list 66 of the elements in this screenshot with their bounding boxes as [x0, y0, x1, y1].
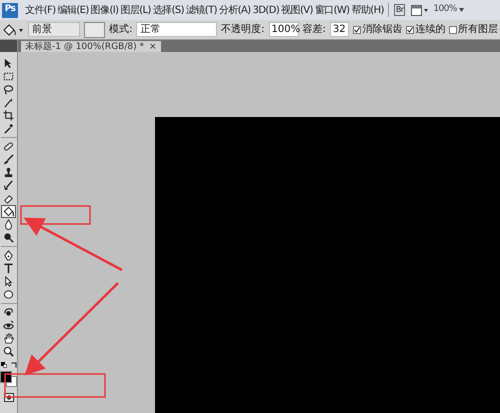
menu-item[interactable]: 编辑(E) — [56, 2, 90, 18]
ellipse-icon — [3, 289, 14, 300]
close-button[interactable]: × — [148, 42, 157, 52]
move-arrow-icon — [3, 58, 14, 69]
bridge-button[interactable]: Br — [394, 4, 406, 16]
highlight-box — [20, 205, 91, 225]
menu-item[interactable]: 窗口(W) — [314, 2, 350, 18]
tool-button[interactable] — [1, 83, 16, 96]
stamp-icon — [3, 167, 14, 178]
checkbox-label: 连续的 — [415, 22, 446, 37]
eyedropper-icon — [3, 123, 14, 134]
orbit-3d-icon — [3, 320, 14, 331]
zoom-icon — [3, 346, 14, 357]
menu-item[interactable]: 图像(I) — [90, 2, 120, 18]
menu-item[interactable]: 文件(F) — [24, 2, 57, 18]
paint-bucket-icon[interactable] — [2, 22, 24, 36]
tool-button[interactable] — [1, 109, 16, 122]
checkbox[interactable] — [449, 26, 458, 34]
menu-item[interactable]: 3D(D) — [252, 2, 280, 18]
app-logo[interactable]: Ps — [2, 2, 18, 18]
history-brush-icon — [3, 180, 14, 191]
menu-item[interactable]: 图层(L) — [119, 2, 152, 18]
tool-button[interactable] — [1, 153, 16, 166]
checkbox[interactable] — [353, 26, 362, 34]
default-colors-icon[interactable] — [0, 362, 6, 368]
opacity-field[interactable]: 100% — [268, 22, 299, 37]
rotate-3d-icon — [3, 307, 14, 318]
tool-button[interactable] — [1, 345, 16, 358]
drop-icon — [3, 219, 14, 230]
menu-item[interactable]: 滤镜(T) — [184, 2, 218, 18]
dodge-icon — [3, 232, 14, 243]
panel-header — [0, 40, 17, 52]
checkbox-label: 消除锯齿 — [362, 22, 402, 37]
fill-source-dropdown[interactable]: 前景 — [28, 22, 80, 37]
color-swatches-drawing[interactable] — [0, 371, 17, 387]
caret-icon[interactable] — [458, 8, 464, 12]
menu-item[interactable]: 视图(V) — [280, 2, 314, 18]
tolerance-field[interactable]: 32 — [330, 22, 350, 37]
magic-wand-icon — [3, 97, 14, 108]
tool-button[interactable] — [1, 70, 16, 83]
pattern-swatch[interactable] — [84, 22, 106, 38]
mode-dropdown[interactable]: 正常 — [136, 22, 218, 37]
menu-item[interactable]: 分析(A) — [218, 2, 252, 18]
zoom-dropdown[interactable]: 100% — [433, 3, 457, 17]
crop-icon — [3, 110, 14, 121]
menu-item[interactable]: 选择(S) — [152, 2, 185, 18]
menu-item[interactable]: 帮助(H) — [350, 2, 385, 18]
opacity-label: 不透明度: — [221, 22, 265, 37]
pen-nib-icon — [3, 250, 14, 261]
brush-icon — [3, 154, 14, 165]
tool-button[interactable] — [1, 319, 16, 332]
paint-bucket-icon — [3, 206, 14, 217]
bandage-icon — [3, 141, 14, 152]
mode-label: 模式: — [109, 22, 132, 37]
checkbox-label: 所有图层 — [458, 22, 498, 37]
eraser-icon — [3, 193, 14, 204]
hand-icon — [3, 333, 14, 344]
checkbox[interactable] — [406, 26, 414, 34]
screen-mode-icon[interactable] — [411, 4, 430, 16]
lasso-icon — [3, 84, 14, 95]
type-tool-icon — [3, 263, 14, 274]
path-select-arrow-icon — [3, 276, 14, 287]
tolerance-label: 容差: — [302, 22, 326, 37]
marquee-icon — [3, 71, 14, 82]
tool-button[interactable] — [1, 288, 16, 301]
document-tab[interactable]: 未标题-1 @ 100%(RGB/8) * — [25, 42, 144, 52]
